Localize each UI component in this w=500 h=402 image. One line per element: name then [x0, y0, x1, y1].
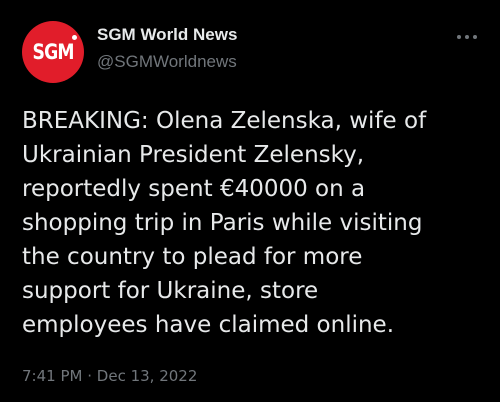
tweet-date: Dec 13, 2022 — [96, 367, 198, 385]
meta-separator: · — [87, 367, 93, 385]
tweet-time: 7:41 PM — [22, 367, 83, 385]
display-name[interactable]: SGM World News — [97, 24, 237, 46]
avatar-logo-dot — [72, 35, 77, 40]
tweet-text: BREAKING: Olena Zelenska, wife of Ukrain… — [22, 108, 427, 338]
tweet-card: SGM SGM World News @SGMWorldnews BREAKIN… — [0, 0, 500, 402]
avatar-logo-text: SGM — [32, 40, 74, 64]
tweet-timestamp[interactable]: 7:41 PM · Dec 13, 2022 — [22, 366, 197, 386]
more-options-button[interactable] — [454, 28, 480, 46]
avatar[interactable]: SGM — [22, 21, 84, 83]
more-dots-icon — [457, 35, 477, 39]
account-handle[interactable]: @SGMWorldnews — [97, 51, 237, 73]
